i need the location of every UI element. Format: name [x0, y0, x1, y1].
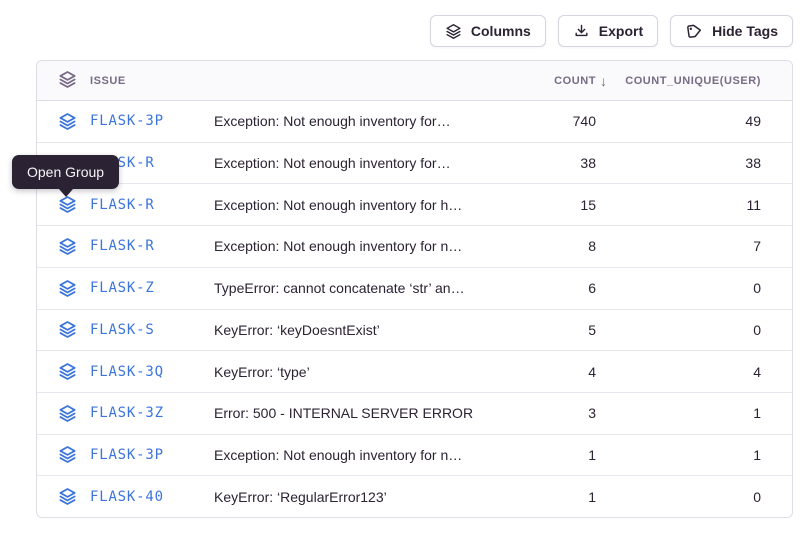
column-header-count-unique-label: COUNT_UNIQUE(USER)	[625, 75, 761, 87]
count-value: 1	[505, 447, 610, 463]
count-value: 740	[505, 113, 610, 129]
open-group-button[interactable]	[58, 362, 77, 381]
count-unique-value: 11	[610, 197, 792, 213]
issue-link[interactable]: FLASK-3P	[90, 447, 164, 463]
issue-title: KeyError: ‘RegularError123’	[214, 489, 505, 505]
issue-link[interactable]: FLASK-Z	[90, 280, 155, 296]
issue-title: Exception: Not enough inventory for…	[214, 113, 505, 129]
count-unique-value: 0	[610, 280, 792, 296]
count-unique-value: 1	[610, 447, 792, 463]
columns-button[interactable]: Columns	[430, 15, 546, 47]
issue-title: KeyError: ‘keyDoesntExist’	[214, 322, 505, 338]
stack-icon	[58, 362, 77, 381]
issue-title: KeyError: ‘type’	[214, 364, 505, 380]
column-header-count-unique[interactable]: COUNT_UNIQUE(USER)	[610, 75, 792, 87]
hide-tags-button[interactable]: Hide Tags	[670, 15, 793, 47]
issue-cell: FLASK-R	[37, 195, 214, 214]
issue-cell: FLASK-3Q	[37, 362, 214, 381]
table-row[interactable]: FLASK-40 KeyError: ‘RegularError123’ 1 0	[37, 476, 792, 517]
issue-cell: FLASK-3P	[37, 112, 214, 131]
toolbar: Columns Export Hide Tags	[430, 15, 793, 47]
hide-tags-button-label: Hide Tags	[712, 23, 778, 39]
export-button-label: Export	[599, 23, 643, 39]
issue-cell: FLASK-R	[37, 237, 214, 256]
table-body: FLASK-3P Exception: Not enough inventory…	[37, 101, 792, 517]
table-row[interactable]: FLASK-3P Exception: Not enough inventory…	[37, 435, 792, 477]
column-header-count-label: COUNT	[554, 75, 596, 87]
count-value: 1	[505, 489, 610, 505]
export-button[interactable]: Export	[558, 15, 658, 47]
count-value: 4	[505, 364, 610, 380]
table-header-row: ISSUE COUNT ↓ COUNT_UNIQUE(USER)	[37, 61, 792, 101]
issue-cell: FLASK-S	[37, 320, 214, 339]
issue-title: Exception: Not enough inventory for h…	[214, 197, 505, 213]
count-unique-value: 0	[610, 322, 792, 338]
count-unique-value: 38	[610, 155, 792, 171]
count-value: 38	[505, 155, 610, 171]
open-group-button[interactable]	[58, 404, 77, 423]
stack-icon	[445, 23, 462, 40]
column-header-issue-label: ISSUE	[90, 75, 126, 87]
count-value: 15	[505, 197, 610, 213]
count-value: 5	[505, 322, 610, 338]
table-row[interactable]: FLASK-R Exception: Not enough inventory …	[37, 143, 792, 185]
stack-icon	[58, 237, 77, 256]
open-group-button[interactable]	[58, 279, 77, 298]
open-group-button[interactable]	[58, 112, 77, 131]
issue-link[interactable]: FLASK-40	[90, 489, 164, 505]
stack-icon	[58, 70, 77, 92]
table-row[interactable]: FLASK-Z TypeError: cannot concatenate ‘s…	[37, 268, 792, 310]
issue-link[interactable]: FLASK-S	[90, 322, 155, 338]
issue-cell: FLASK-Z	[37, 279, 214, 298]
stack-icon	[58, 404, 77, 423]
issue-cell: FLASK-3P	[37, 445, 214, 464]
count-unique-value: 49	[610, 113, 792, 129]
issue-link[interactable]: FLASK-R	[90, 197, 155, 213]
count-value: 6	[505, 280, 610, 296]
table-row[interactable]: FLASK-R Exception: Not enough inventory …	[37, 184, 792, 226]
columns-button-label: Columns	[471, 23, 531, 39]
issue-title: Exception: Not enough inventory for n…	[214, 447, 505, 463]
issue-link[interactable]: FLASK-3P	[90, 113, 164, 129]
open-group-button[interactable]	[58, 445, 77, 464]
table-row[interactable]: FLASK-3P Exception: Not enough inventory…	[37, 101, 792, 143]
stack-icon	[58, 112, 77, 131]
tag-icon	[685, 22, 703, 40]
table-row[interactable]: FLASK-3Z Error: 500 - INTERNAL SERVER ER…	[37, 393, 792, 435]
table-row[interactable]: FLASK-S KeyError: ‘keyDoesntExist’ 5 0	[37, 310, 792, 352]
stack-icon	[58, 195, 77, 214]
count-unique-value: 1	[610, 405, 792, 421]
open-group-button[interactable]	[58, 195, 77, 214]
stack-icon	[58, 320, 77, 339]
issue-title: TypeError: cannot concatenate ‘str’ an…	[214, 280, 505, 296]
open-group-button[interactable]	[58, 237, 77, 256]
open-group-button[interactable]	[58, 320, 77, 339]
count-value: 8	[505, 238, 610, 254]
column-header-issue[interactable]: ISSUE	[37, 70, 214, 92]
issue-cell: FLASK-40	[37, 487, 214, 506]
count-unique-value: 0	[610, 489, 792, 505]
issue-link[interactable]: FLASK-3Z	[90, 405, 164, 421]
results-table: ISSUE COUNT ↓ COUNT_UNIQUE(USER) FLASK-3…	[36, 60, 793, 518]
stack-icon	[58, 279, 77, 298]
issue-cell: FLASK-3Z	[37, 404, 214, 423]
download-icon	[573, 23, 590, 40]
table-row[interactable]: FLASK-3Q KeyError: ‘type’ 4 4	[37, 351, 792, 393]
count-unique-value: 7	[610, 238, 792, 254]
count-value: 3	[505, 405, 610, 421]
issue-title: Exception: Not enough inventory for…	[214, 155, 505, 171]
stack-icon	[58, 487, 77, 506]
issue-link[interactable]: FLASK-R	[90, 238, 155, 254]
table-row[interactable]: FLASK-R Exception: Not enough inventory …	[37, 226, 792, 268]
stack-icon	[58, 445, 77, 464]
issue-title: Error: 500 - INTERNAL SERVER ERROR	[214, 405, 505, 421]
issue-link[interactable]: FLASK-3Q	[90, 364, 164, 380]
open-group-tooltip: Open Group	[12, 155, 119, 189]
sort-desc-icon[interactable]: ↓	[600, 73, 607, 89]
open-group-button[interactable]	[58, 487, 77, 506]
count-unique-value: 4	[610, 364, 792, 380]
issue-title: Exception: Not enough inventory for n…	[214, 238, 505, 254]
column-header-count[interactable]: COUNT ↓	[505, 73, 610, 89]
